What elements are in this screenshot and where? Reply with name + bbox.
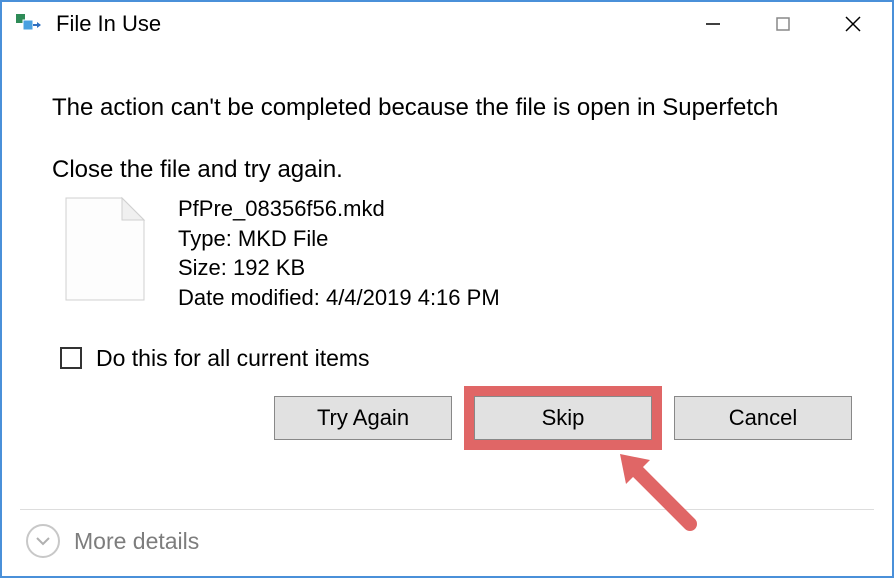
skip-button-highlight: Skip [464,386,662,450]
window-title: File In Use [56,11,678,37]
more-details-toggle[interactable]: More details [26,524,199,558]
file-icon [60,194,150,304]
app-icon [16,14,42,34]
titlebar: File In Use [2,2,892,46]
file-info-row: PfPre_08356f56.mkd Type: MKD File Size: … [60,194,842,313]
annotation-arrow-icon [612,446,702,536]
try-again-button[interactable]: Try Again [274,396,452,440]
skip-button[interactable]: Skip [474,396,652,440]
file-type: Type: MKD File [178,224,500,254]
maximize-button[interactable] [748,4,818,44]
dialog-window: File In Use The action can't be complete… [0,0,894,578]
cancel-button[interactable]: Cancel [674,396,852,440]
more-details-label: More details [74,528,199,555]
file-name: PfPre_08356f56.mkd [178,194,500,224]
file-modified: Date modified: 4/4/2019 4:16 PM [178,283,500,313]
do-for-all-checkbox[interactable] [60,347,82,369]
button-row: Try Again Skip Cancel [52,396,852,440]
do-for-all-row[interactable]: Do this for all current items [60,345,842,372]
divider [20,509,874,510]
instruction-text: Close the file and try again. [52,156,842,184]
minimize-button[interactable] [678,4,748,44]
file-size: Size: 192 KB [178,253,500,283]
chevron-down-icon [26,524,60,558]
error-headline: The action can't be completed because th… [52,94,842,122]
close-button[interactable] [818,4,888,44]
do-for-all-label: Do this for all current items [96,345,370,372]
